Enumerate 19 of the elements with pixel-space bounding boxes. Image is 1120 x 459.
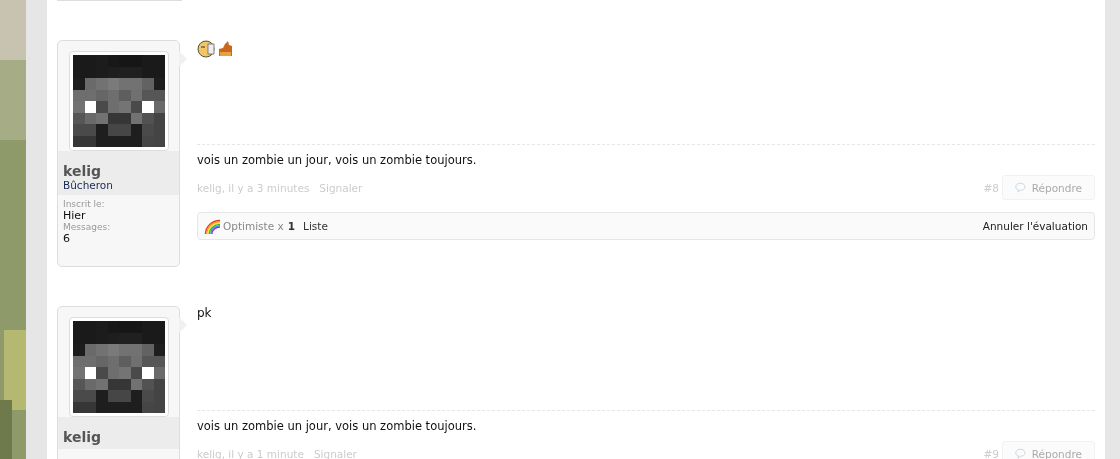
- speech-bubble-icon: [1015, 447, 1026, 459]
- reply-button[interactable]: Répondre: [1002, 441, 1095, 459]
- stat-label: Inscrit le:: [63, 199, 106, 209]
- rainbow-icon: [204, 218, 221, 234]
- message-text: pk: [197, 306, 212, 320]
- user-rank: Bûcheron: [63, 179, 114, 191]
- rating-count: 1: [287, 220, 296, 232]
- cancel-rating-link[interactable]: Annuler l'évaluation: [982, 220, 1088, 232]
- username[interactable]: kelig: [63, 163, 174, 179]
- stat-value: 6: [63, 232, 71, 245]
- stat-value: Hier: [63, 209, 87, 222]
- speech-bubble-icon: [1015, 181, 1026, 194]
- signature-text: vois un zombie un jour, vois un zombie toujours.: [197, 419, 478, 433]
- list-link[interactable]: Liste: [303, 220, 328, 232]
- signature-text: vois un zombie un jour, vois un zombie toujours.: [197, 153, 478, 167]
- reply-button[interactable]: Répondre: [1002, 175, 1095, 200]
- stat-label: Messages:: [63, 222, 112, 232]
- rating-name: Optimiste x: [223, 220, 284, 232]
- smiley-icon: [197, 40, 216, 58]
